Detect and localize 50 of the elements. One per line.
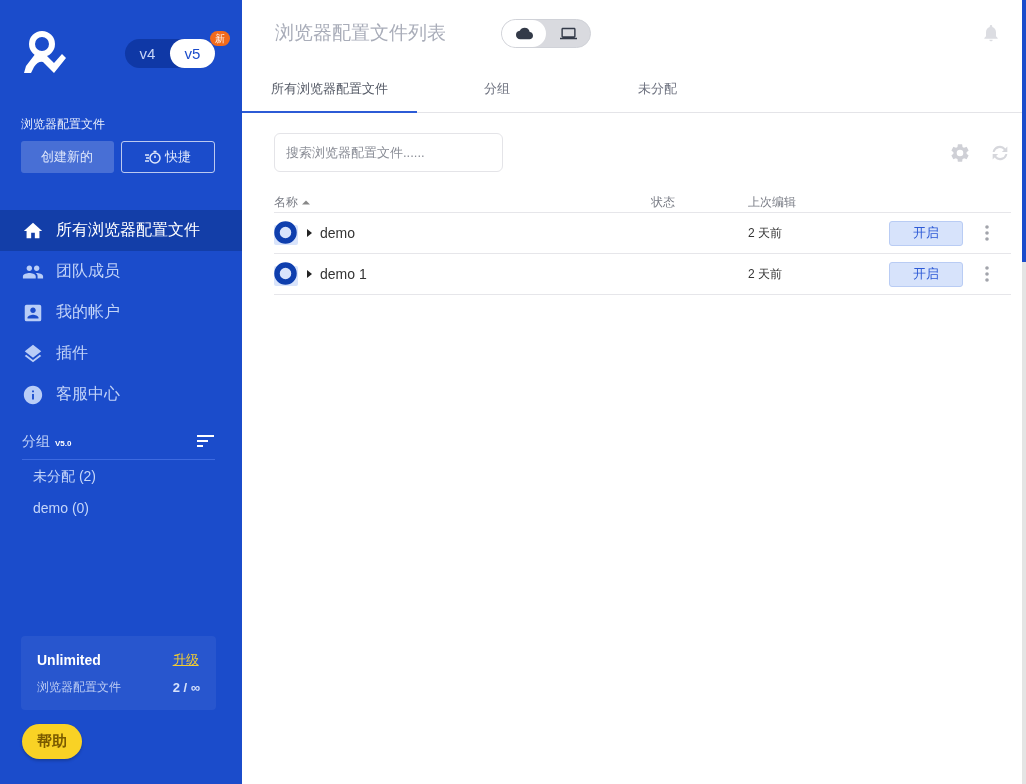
kebab-menu-icon[interactable] [985, 225, 989, 241]
profile-ring-icon [274, 262, 298, 286]
storage-option[interactable] [502, 19, 546, 47]
nav-item[interactable]: 插件 [0, 333, 242, 374]
timer-icon [144, 150, 161, 164]
column-header[interactable]: 上次编辑 [748, 193, 796, 211]
column-header[interactable]: 状态 [651, 193, 675, 211]
nav-item[interactable]: 团队成员 [0, 251, 242, 292]
scrollbar-thumb[interactable] [1022, 0, 1026, 262]
version-toggle[interactable]: v5 [170, 38, 215, 68]
logo [22, 30, 68, 76]
quick-button[interactable]: 快捷 [120, 141, 215, 173]
nav-item[interactable]: 我的帐户 [0, 292, 242, 333]
section-label: 浏览器配置文件 [21, 116, 106, 133]
open-button[interactable]: 开启 [889, 220, 963, 246]
settings-icon[interactable] [949, 141, 971, 164]
info-icon [22, 383, 44, 406]
group-item[interactable]: demo (0) [33, 492, 90, 524]
profile-name: demo [320, 225, 356, 241]
version-label: V5.0 [55, 439, 72, 448]
nav-item[interactable]: 客服中心 [0, 374, 242, 415]
caret-right-icon[interactable] [304, 228, 314, 238]
page-title: 浏览器配置文件列表 [275, 21, 446, 45]
help-button[interactable]: 帮助 [22, 724, 82, 759]
usage-count: 2 / ∞ [172, 680, 200, 695]
profile-name: demo 1 [320, 266, 367, 282]
bell-icon[interactable] [981, 22, 1001, 44]
nav-item[interactable]: 所有浏览器配置文件 [0, 210, 242, 251]
usage-label: 浏览器配置文件 [37, 679, 122, 696]
new-badge: 新 [210, 30, 230, 46]
search-field[interactable]: 搜索浏览器配置文件...... [274, 133, 503, 172]
version-toggle[interactable]: v4 [125, 38, 170, 68]
create-button[interactable]: 创建新的 [21, 141, 114, 173]
tab[interactable]: 所有浏览器配置文件 [242, 66, 417, 113]
sort-icon[interactable] [197, 435, 215, 449]
group-item[interactable]: 未分配 (2) [33, 460, 96, 492]
sort-up-icon [301, 199, 311, 205]
kebab-menu-icon[interactable] [985, 266, 989, 282]
groups-heading: 分组 [22, 433, 50, 451]
profile-ring-icon [274, 221, 298, 245]
open-button[interactable]: 开启 [889, 261, 963, 287]
tab[interactable]: 未分配 [577, 66, 737, 113]
last-edited: 2 天前 [748, 224, 783, 242]
caret-right-icon[interactable] [304, 269, 314, 279]
layers-icon [22, 342, 44, 365]
plan-name: Unlimited [37, 652, 102, 668]
column-header[interactable]: 名称 [274, 193, 298, 211]
last-edited: 2 天前 [748, 265, 783, 283]
upgrade-link[interactable]: 升级 [172, 651, 200, 669]
tab[interactable]: 分组 [417, 66, 577, 113]
